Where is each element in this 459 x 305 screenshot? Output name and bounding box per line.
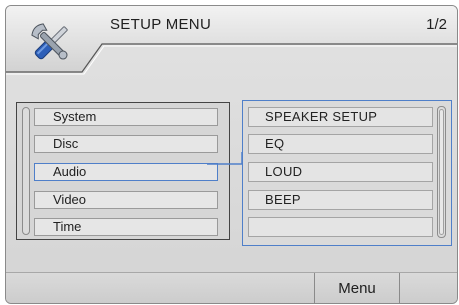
submenu-item-label: LOUD [265, 164, 303, 179]
menu-item-system[interactable]: System [34, 108, 218, 126]
right-scrollbar-thumb[interactable] [439, 109, 444, 235]
right-scrollbar[interactable] [437, 106, 446, 238]
submenu-item-empty [248, 217, 433, 237]
submenu-item-label: SPEAKER SETUP [265, 109, 378, 124]
menu-button[interactable]: Menu [314, 273, 400, 303]
tools-icon [31, 23, 68, 60]
submenu-panel: SPEAKER SETUP EQ LOUD BEEP [242, 100, 452, 246]
submenu-item-speaker-setup[interactable]: SPEAKER SETUP [248, 107, 433, 127]
menu-item-audio[interactable]: Audio [34, 163, 218, 181]
submenu-item-label: BEEP [265, 192, 301, 207]
menu-item-label: Video [53, 192, 87, 207]
menu-item-label: Disc [53, 136, 79, 151]
category-menu: System Disc Audio Video Time [16, 102, 230, 240]
menu-item-disc[interactable]: Disc [34, 135, 218, 153]
page-indicator: 1/2 [426, 16, 447, 33]
menu-item-label: System [53, 109, 97, 124]
menu-item-label: Time [53, 219, 82, 234]
menu-item-label: Audio [53, 164, 87, 179]
menu-item-time[interactable]: Time [34, 218, 218, 236]
left-scrollbar[interactable] [22, 107, 30, 235]
submenu-item-loud[interactable]: LOUD [248, 162, 433, 182]
submenu-item-label: EQ [265, 136, 285, 151]
bottom-bar: Menu [6, 272, 457, 303]
submenu-item-beep[interactable]: BEEP [248, 190, 433, 210]
page-title: SETUP MENU [110, 16, 212, 33]
submenu-item-eq[interactable]: EQ [248, 134, 433, 154]
header: SETUP MENU 1/2 [6, 6, 457, 78]
setup-screen: SETUP MENU 1/2 System Disc Audio Video T… [5, 5, 458, 304]
menu-item-video[interactable]: Video [34, 191, 218, 209]
